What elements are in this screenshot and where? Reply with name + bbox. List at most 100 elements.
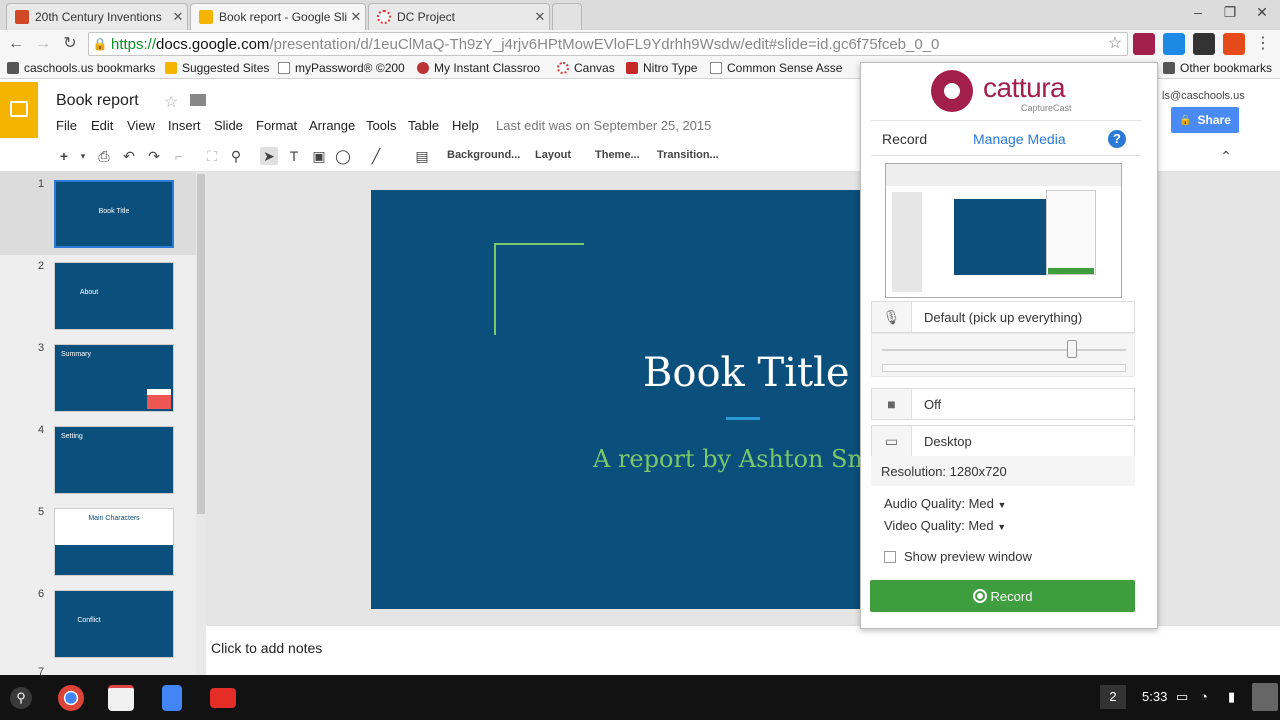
folder-icon[interactable] [190, 94, 206, 106]
document-title[interactable]: Book report [56, 92, 139, 110]
office-icon[interactable] [1223, 33, 1245, 55]
cattura-extension-icon[interactable] [1133, 33, 1155, 55]
menu-slide[interactable]: Slide [214, 118, 243, 133]
last-edit-status[interactable]: Last edit was on September 25, 2015 [496, 118, 711, 133]
menu-help[interactable]: Help [452, 118, 479, 133]
bookmark-item[interactable]: Canvas [557, 61, 615, 75]
record-button[interactable]: Record [870, 580, 1135, 612]
notification-badge[interactable]: 2 [1100, 685, 1126, 709]
transition-button[interactable]: Transition... [657, 149, 719, 161]
redo-icon[interactable]: ↷ [145, 147, 163, 165]
slide-thumbnail[interactable]: About [54, 262, 174, 330]
youtube-icon[interactable] [210, 688, 236, 708]
close-icon[interactable]: ✕ [531, 9, 549, 25]
bookmark-item[interactable]: My Instant Classroo [417, 61, 540, 75]
audio-source-select[interactable]: 🎙 Default (pick up everything) [871, 301, 1135, 333]
clock[interactable]: 5:33 [1142, 689, 1167, 704]
background-button[interactable]: Background... [447, 149, 520, 161]
print-icon[interactable]: ⎙ [95, 147, 113, 165]
bookmark-item[interactable]: Nitro Type [626, 61, 697, 75]
layout-button[interactable]: Layout [535, 149, 571, 161]
loading-icon [377, 10, 391, 24]
current-slide[interactable]: Book Title A report by Ashton Sm [371, 190, 860, 609]
star-icon[interactable]: ☆ [164, 92, 178, 112]
speaker-notes[interactable]: Click to add notes [206, 625, 1280, 675]
video-quality-select[interactable]: Med ▼ [968, 518, 1006, 533]
bookmark-item[interactable]: Common Sense Asse [710, 61, 842, 75]
bookmark-item[interactable]: Suggested Sites [165, 61, 269, 75]
forward-icon[interactable]: → [32, 33, 54, 55]
reload-icon[interactable]: ↻ [59, 33, 81, 55]
tab-dc-project[interactable]: DC Project ✕ [368, 3, 550, 30]
new-tab-button[interactable] [552, 3, 582, 30]
undo-icon[interactable]: ↶ [120, 147, 138, 165]
tab-book-report[interactable]: Book report - Google Slide ✕ [190, 3, 366, 30]
menu-table[interactable]: Table [408, 118, 439, 133]
slides-logo-icon[interactable] [0, 82, 38, 138]
audio-quality-select[interactable]: Med ▼ [969, 496, 1007, 511]
shape-icon[interactable]: ◯ [334, 147, 352, 165]
help-icon[interactable]: ? [1108, 130, 1126, 148]
volume-slider[interactable] [1067, 340, 1077, 358]
maximize-icon[interactable]: ❐ [1220, 4, 1240, 21]
bookmark-item[interactable]: myPassword® ©200 [278, 61, 405, 75]
select-icon[interactable]: ➤ [260, 147, 278, 165]
close-icon[interactable]: ✕ [347, 9, 365, 25]
wifi-icon[interactable]: ◔ [1200, 689, 1208, 704]
tab-20th-century-inventions[interactable]: 20th Century Inventions ✕ [6, 3, 188, 30]
menu-file[interactable]: File [56, 118, 77, 133]
slide-subtitle[interactable]: A report by Ashton Sm [593, 445, 860, 473]
bookmark-label: Nitro Type [643, 61, 698, 75]
show-preview-option[interactable]: Show preview window [884, 549, 1032, 564]
collapse-icon[interactable]: ⌃ [1217, 147, 1235, 165]
show-preview-checkbox[interactable] [884, 550, 896, 563]
image-icon[interactable]: ▣ [310, 147, 328, 165]
menu-icon[interactable]: ⋮ [1252, 33, 1274, 55]
bookmark-item[interactable]: Other bookmarks [1163, 61, 1272, 75]
paint-format-icon[interactable]: ⌐ [170, 147, 188, 165]
chevron-down-icon[interactable]: ▾ [74, 147, 92, 165]
avatar[interactable] [1252, 683, 1278, 711]
menu-tools[interactable]: Tools [366, 118, 396, 133]
menu-format[interactable]: Format [256, 118, 297, 133]
zoom-fit-icon[interactable]: ⛶ [203, 147, 221, 165]
extension-icon[interactable] [1163, 33, 1185, 55]
user-email[interactable]: ls@caschools.us [1162, 90, 1245, 102]
slide-thumbnail[interactable]: Summary [54, 344, 174, 412]
share-button[interactable]: 🔒 Share [1171, 107, 1239, 133]
slide-title[interactable]: Book Title [643, 350, 850, 396]
star-icon[interactable]: ☆ [1104, 33, 1126, 55]
slide-thumbnail[interactable]: Setting [54, 426, 174, 494]
screen-icon[interactable]: ▭ [1176, 689, 1188, 705]
chrome-icon[interactable] [58, 685, 84, 711]
docs-icon[interactable] [162, 685, 182, 711]
close-icon[interactable]: ✕ [169, 9, 187, 25]
theme-button[interactable]: Theme... [595, 149, 640, 161]
battery-icon[interactable]: ▮ [1228, 689, 1235, 705]
address-bar[interactable]: 🔒 https:// docs.google.com /presentation… [88, 32, 1128, 56]
filmstrip-scrollbar[interactable] [196, 172, 206, 675]
extension-icon[interactable] [1193, 33, 1215, 55]
menu-insert[interactable]: Insert [168, 118, 201, 133]
menu-edit[interactable]: Edit [91, 118, 113, 133]
tab-record[interactable]: Record [882, 131, 927, 147]
slide-thumbnail[interactable]: Main Characters [54, 508, 174, 576]
menu-arrange[interactable]: Arrange [309, 118, 355, 133]
video-source-select[interactable]: ■ Off [871, 388, 1135, 420]
back-icon[interactable]: ← [5, 33, 27, 55]
line-icon[interactable]: ╱ [367, 147, 385, 165]
slide-thumbnail[interactable]: Book Title [54, 180, 174, 248]
menu-view[interactable]: View [127, 118, 155, 133]
launcher-search-icon[interactable]: ⚲ [10, 687, 32, 709]
minimize-icon[interactable]: – [1188, 4, 1208, 20]
bookmark-item[interactable]: caschools.us bookmarks [7, 61, 155, 75]
screen-source-select[interactable]: ▭ Desktop [871, 425, 1135, 457]
gmail-icon[interactable] [108, 685, 134, 711]
text-box-icon[interactable]: T [285, 147, 303, 165]
window-close-icon[interactable]: ✕ [1252, 4, 1272, 21]
tab-manage-media[interactable]: Manage Media [973, 131, 1066, 147]
comment-icon[interactable]: ▤ [413, 147, 431, 165]
zoom-icon[interactable]: ⚲ [227, 147, 245, 165]
new-slide-icon[interactable]: + [55, 147, 73, 165]
slide-thumbnail[interactable]: Conflict [54, 590, 174, 658]
